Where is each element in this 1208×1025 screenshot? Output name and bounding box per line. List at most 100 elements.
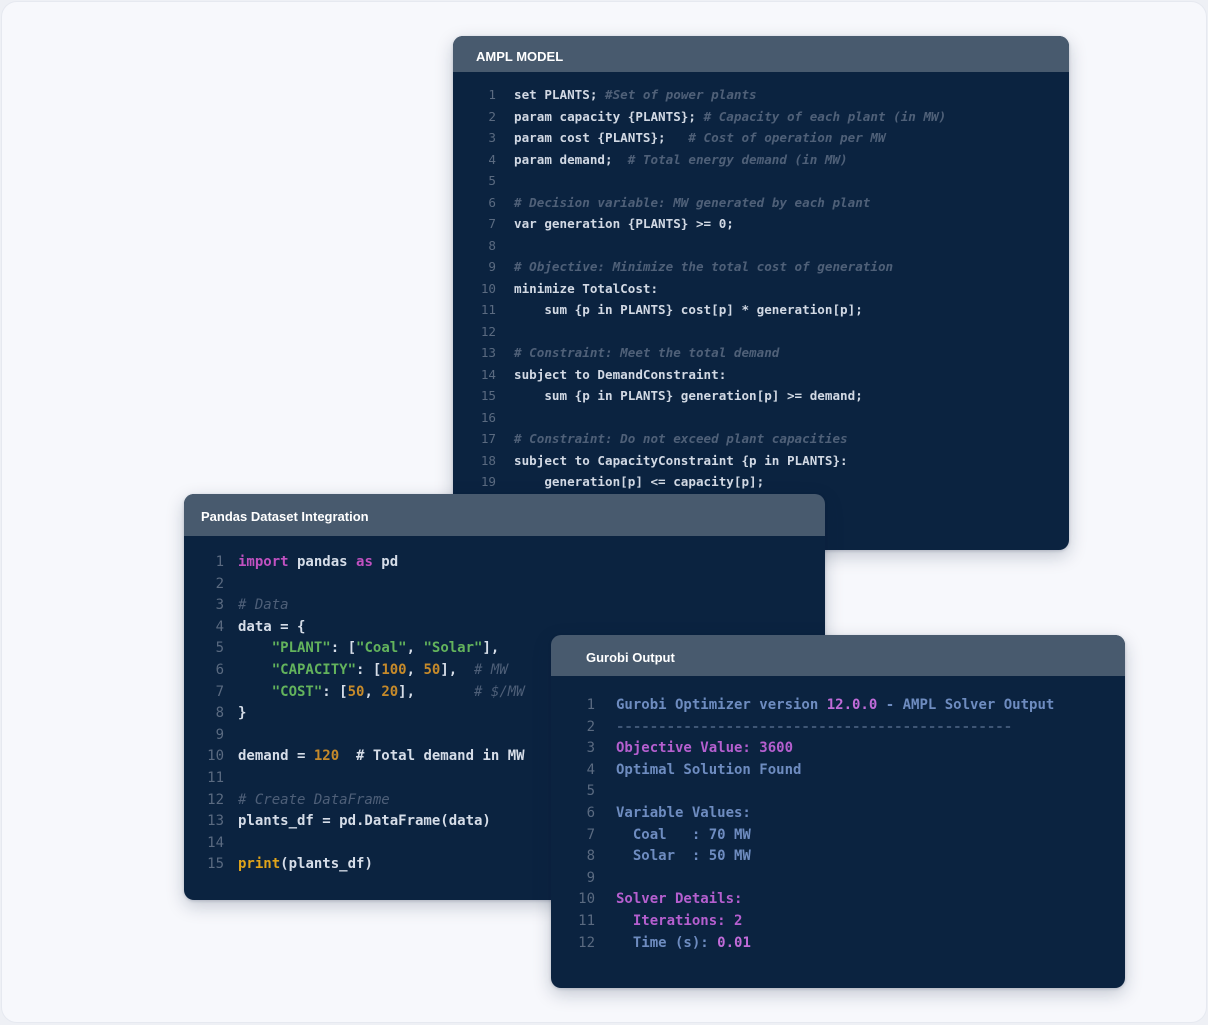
line-text: print(plants_df) — [238, 854, 373, 876]
line-number: 3 — [488, 130, 496, 145]
token-code: ], — [398, 683, 475, 700]
code-line: 6 Variable Values: — [551, 803, 1054, 825]
line-text: Objective Value: 3600 — [616, 738, 793, 760]
token-str: "COST" — [271, 683, 323, 700]
code-line: 6 # Decision variable: MW generated by ea… — [453, 192, 946, 214]
line-number: 5 — [586, 783, 595, 800]
token-str: "PLANT" — [271, 640, 331, 657]
line-text: Solver Details: — [616, 889, 742, 911]
code-line: 11 Iterations: 2 — [551, 911, 1054, 933]
token-code — [238, 640, 272, 656]
token-code: sum {p in PLANTS} generation[p] >= deman… — [514, 388, 863, 403]
line-text: Iterations: 2 — [616, 911, 743, 933]
line-text: "PLANT": ["Coal", "Solar"], — [238, 638, 500, 660]
line-number: 8 — [586, 848, 595, 865]
token-code: minimize TotalCost: — [514, 280, 659, 296]
line-text: Solar : 50 MW — [616, 846, 751, 868]
token-comment: # Cost of operation per MW — [688, 130, 886, 145]
line-text: generation[p] <= capacity[p]; — [514, 471, 764, 493]
token-kw: import — [238, 554, 289, 570]
line-text: "CAPACITY": [100, 50], # MW — [238, 660, 508, 682]
line-number: 2 — [215, 575, 224, 592]
line-number: 11 — [207, 769, 224, 786]
code-line: 7 Coal : 70 MW — [551, 825, 1054, 847]
line-number: 4 — [586, 761, 595, 778]
ampl-model-title: AMPL MODEL — [453, 36, 1069, 72]
token-comment: # Constraint: Meet the total demand — [514, 345, 780, 360]
ampl-code-block: 1 set PLANTS; #Set of power plants 2 param … — [453, 84, 946, 493]
token-comment: # Data — [238, 597, 289, 614]
line-number: 4 — [488, 151, 496, 167]
code-line: 11 sum {p in PLANTS} cost[p] * generatio… — [453, 299, 946, 321]
token-comment: # Capacity of each plant (in MW) — [703, 108, 947, 124]
token-str: "Coal" — [356, 640, 407, 657]
line-number: 6 — [488, 194, 496, 210]
token-comment: # $/MW — [474, 683, 525, 700]
token-code: pandas — [288, 554, 357, 570]
code-line: 4 Optimal Solution Found — [551, 760, 1054, 782]
token-num: 50 — [347, 683, 365, 700]
token-num: 20 — [381, 683, 399, 700]
line-text — [616, 868, 624, 890]
token-fn: print — [238, 856, 281, 873]
line-text: Coal : 70 MW — [616, 825, 751, 847]
token-violet: Objective Value: 3600 — [616, 740, 794, 757]
code-line: 16 — [453, 407, 946, 429]
line-number: 7 — [586, 826, 595, 843]
code-line: 2 ---------------------------------------… — [551, 717, 1054, 739]
code-line: 9 # Objective: Minimize the total cost of… — [453, 256, 946, 278]
line-text: Gurobi Optimizer version 12.0.0 - AMPL S… — [616, 695, 1054, 717]
line-text — [238, 725, 246, 747]
line-number: 1 — [215, 554, 224, 570]
token-comment: # Create DataFrame — [238, 791, 390, 808]
token-code: param capacity {PLANTS}; — [514, 108, 704, 124]
token-violet: Iterations: 2 — [616, 912, 743, 929]
token-code: generation[p] <= capacity[p]; — [514, 474, 765, 489]
line-text — [616, 781, 624, 803]
line-text: # Decision variable: MW generated by eac… — [514, 192, 870, 214]
code-line: 5 — [453, 170, 946, 192]
token-num: 100 — [381, 661, 407, 678]
code-line: 15 sum {p in PLANTS} generation[p] >= de… — [453, 385, 946, 407]
token-comment: # Objective: Minimize the total cost of … — [514, 259, 894, 274]
gurobi-output-panel: Gurobi Output 1 Gurobi Optimizer version … — [551, 635, 1125, 988]
token-blue: Variable Values: — [616, 804, 751, 821]
line-number: 14 — [480, 366, 496, 382]
token-code: } — [238, 705, 247, 722]
line-number: 9 — [215, 726, 224, 743]
token-num: 120 — [313, 748, 340, 765]
token-str: "Solar" — [423, 640, 483, 657]
line-text: } — [238, 703, 246, 725]
line-text: ----------------------------------------… — [616, 717, 1012, 739]
line-text: # Create DataFrame — [238, 790, 390, 812]
code-line: 18 subject to CapacityConstraint {p in PL… — [453, 450, 946, 472]
token-purple: 0.01 — [717, 934, 751, 951]
token-comment: # Constraint: Do not exceed plant capaci… — [514, 431, 848, 446]
token-code: set PLANTS; — [514, 87, 605, 102]
token-blue: Time (s): — [616, 934, 718, 951]
line-text — [238, 574, 246, 596]
code-line: 6 "CAPACITY": [100, 50], # MW — [184, 660, 525, 682]
line-text: param cost {PLANTS}; # Cost of operation… — [514, 127, 886, 149]
code-line: 10 minimize TotalCost: — [453, 278, 946, 300]
token-comment: # Total energy demand (in MW) — [627, 151, 848, 167]
line-text: sum {p in PLANTS} cost[p] * generation[p… — [514, 299, 862, 321]
line-text: var generation {PLANTS} >= 0; — [514, 213, 734, 235]
token-str: "CAPACITY" — [271, 661, 357, 678]
code-line: 7 var generation {PLANTS} >= 0; — [453, 213, 946, 235]
line-text — [514, 235, 522, 257]
token-code — [238, 662, 272, 678]
line-number: 14 — [207, 834, 224, 851]
code-line: 3 param cost {PLANTS}; # Cost of operatio… — [453, 127, 946, 149]
token-code: data = { — [238, 618, 306, 635]
line-number: 5 — [215, 640, 224, 657]
code-line: 10 Solver Details: — [551, 889, 1054, 911]
code-line: 3 # Data — [184, 595, 525, 617]
token-code: ], — [482, 640, 500, 657]
line-number: 1 — [488, 87, 496, 102]
line-number: 13 — [480, 345, 496, 360]
token-purple: 12.0.0 — [826, 697, 878, 713]
line-text: minimize TotalCost: — [514, 278, 658, 300]
token-code: subject to CapacityConstraint {p in PLAN… — [514, 452, 848, 468]
token-sep: ----------------------------------------… — [616, 718, 1013, 735]
